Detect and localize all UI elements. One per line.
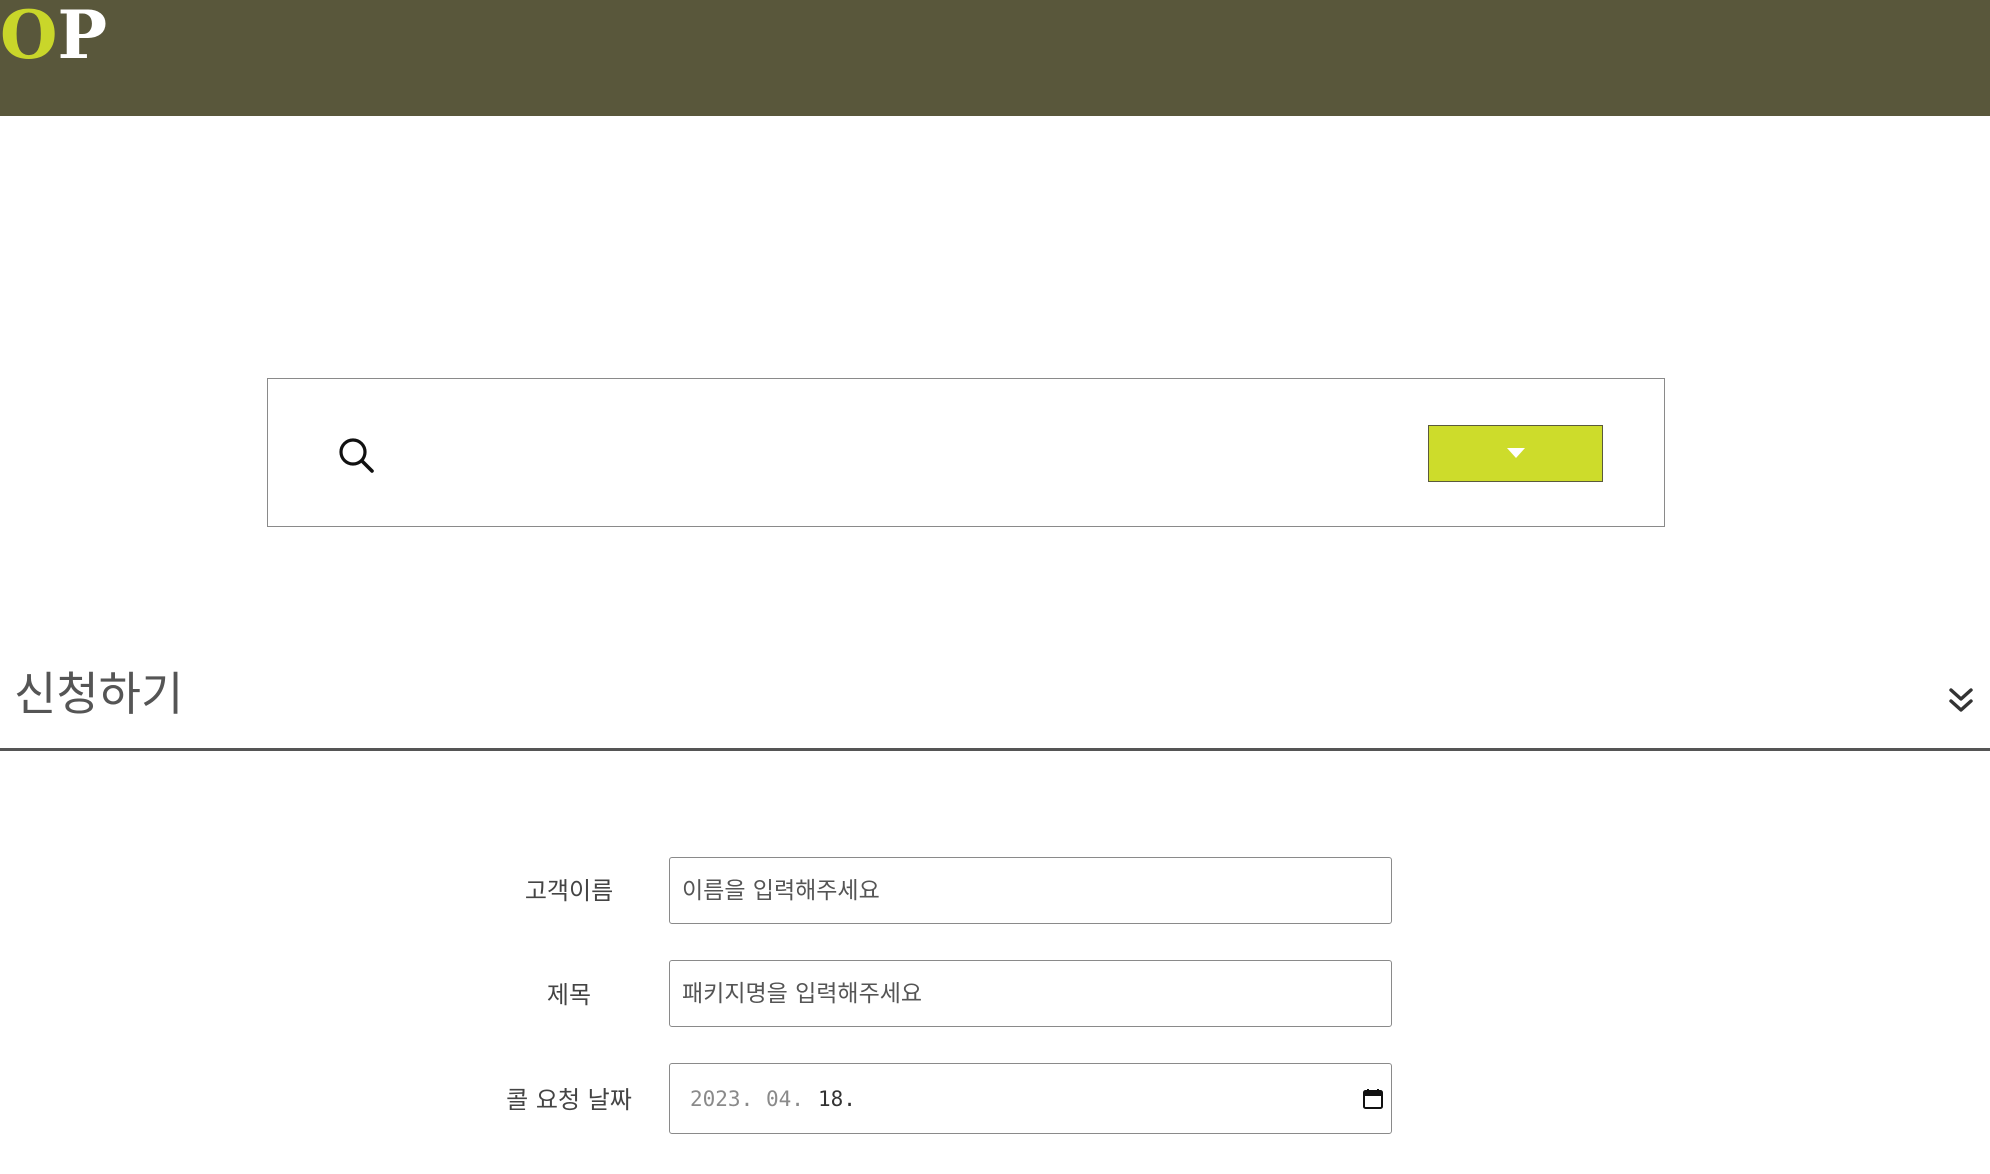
date-day-segment[interactable]: 18. xyxy=(818,1084,856,1114)
logo[interactable]: OP xyxy=(0,2,107,68)
logo-letter-p: P xyxy=(57,0,108,74)
call-request-date-label: 콜 요청 날짜 xyxy=(506,1086,632,1114)
call-request-date-input[interactable]: 2023. 04. 18. xyxy=(669,1063,1392,1134)
section-title: 신청하기 xyxy=(14,667,184,721)
title-input[interactable] xyxy=(669,960,1392,1027)
search-box xyxy=(267,378,1665,527)
caret-down-icon xyxy=(1507,448,1525,458)
double-chevron-down-icon[interactable] xyxy=(1946,686,1976,716)
logo-letter-o: O xyxy=(0,0,58,74)
search-icon xyxy=(339,438,374,473)
date-month-segment[interactable]: 04. xyxy=(766,1084,804,1114)
customer-name-label: 고객이름 xyxy=(524,877,614,905)
header-bar: OP xyxy=(0,0,1990,116)
section-divider xyxy=(0,748,1990,751)
title-label: 제목 xyxy=(546,981,592,1009)
dropdown-button[interactable] xyxy=(1428,425,1603,482)
customer-name-input[interactable] xyxy=(669,857,1392,924)
calendar-icon[interactable] xyxy=(1362,1088,1384,1110)
date-year-segment[interactable]: 2023. xyxy=(690,1084,753,1114)
search-input[interactable] xyxy=(396,419,1260,487)
